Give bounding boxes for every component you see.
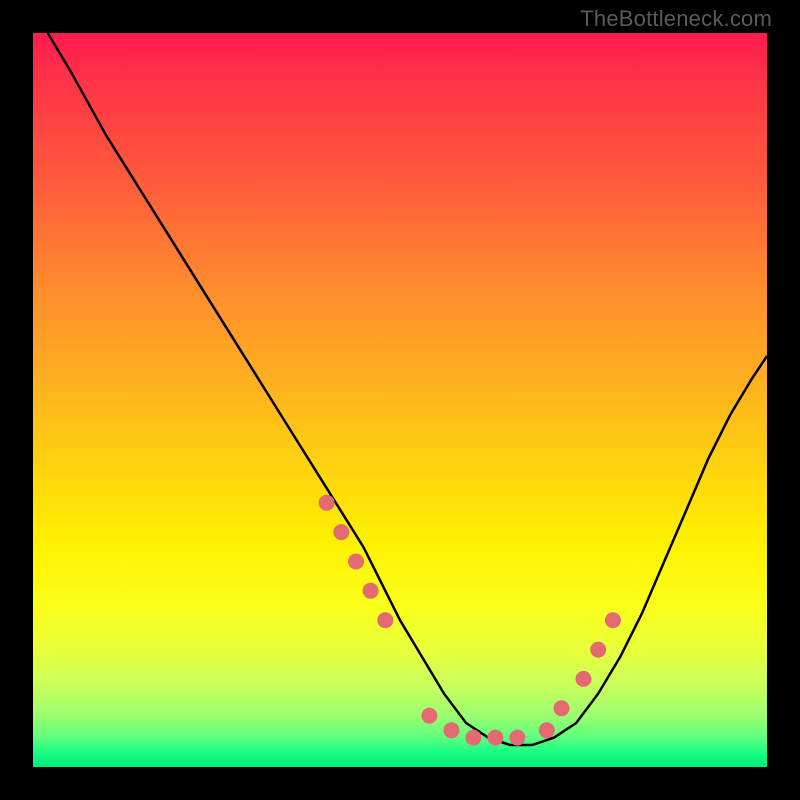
highlight-dot: [539, 722, 555, 738]
highlight-dot: [333, 524, 349, 540]
highlight-dot: [605, 612, 621, 628]
chart-frame: TheBottleneck.com: [0, 0, 800, 800]
highlight-dot: [465, 730, 481, 746]
highlight-dot: [363, 583, 379, 599]
highlight-dot: [443, 722, 459, 738]
highlight-dots: [319, 495, 621, 746]
bottleneck-curve: [48, 33, 767, 745]
highlight-dot: [319, 495, 335, 511]
highlight-dot: [348, 554, 364, 570]
attribution-label: TheBottleneck.com: [580, 6, 772, 32]
highlight-dot: [377, 612, 393, 628]
highlight-dot: [487, 730, 503, 746]
chart-svg: [33, 33, 767, 767]
chart-plot-area: [33, 33, 767, 767]
highlight-dot: [509, 730, 525, 746]
highlight-dot: [590, 642, 606, 658]
highlight-dot: [576, 671, 592, 687]
highlight-dot: [554, 700, 570, 716]
highlight-dot: [421, 708, 437, 724]
